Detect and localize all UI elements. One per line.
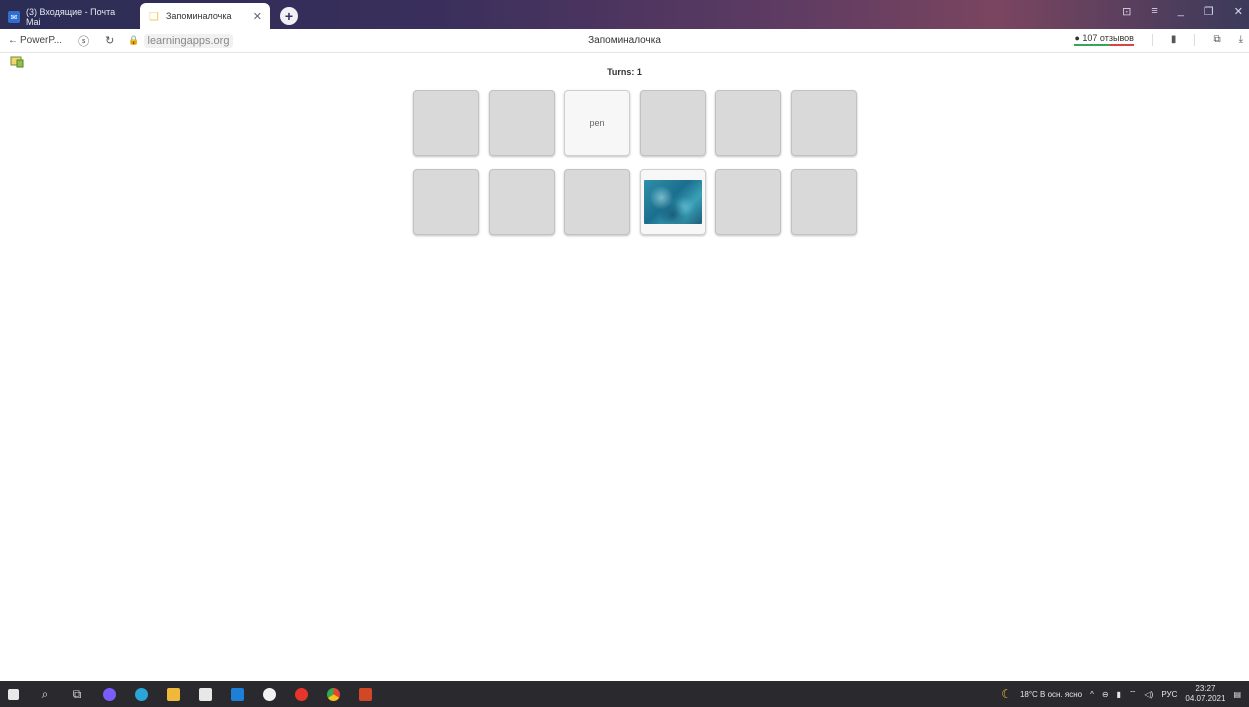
download-icon[interactable]: ⤓	[1239, 34, 1243, 45]
back-label: PowerP...	[20, 35, 63, 46]
yandex-browser-icon[interactable]	[256, 681, 282, 707]
bookmarks-icon[interactable]: ⊡	[1122, 5, 1131, 18]
learningapps-icon: ❑	[149, 10, 159, 23]
window-controls: ⊡ ≡ _ ❐ ✕	[1122, 5, 1243, 18]
task-view-icon[interactable]: ⧉	[64, 681, 90, 707]
app-content: Turns: 1 pen	[0, 54, 1249, 681]
network-icon[interactable]: ⊖	[1102, 690, 1109, 699]
back-button[interactable]: ← PowerP...	[8, 35, 62, 46]
close-window-icon[interactable]: ✕	[1234, 5, 1243, 18]
memory-grid: pen	[413, 90, 857, 235]
url-host: learningapps.org	[143, 33, 234, 48]
reviews-badge[interactable]: ● 107 отзывов	[1074, 33, 1135, 46]
protect-icon[interactable]: ⓢ	[78, 33, 89, 49]
battery-icon[interactable]: ▮	[1117, 690, 1121, 699]
restore-icon[interactable]: ❐	[1204, 5, 1214, 18]
share-icon[interactable]: ⧉	[1213, 34, 1220, 45]
divider	[1194, 33, 1196, 46]
card-2-1[interactable]	[413, 169, 479, 235]
mail-icon: ✉	[8, 11, 20, 23]
card-text: pen	[589, 118, 605, 128]
wifi-icon[interactable]: ⌔	[1129, 689, 1137, 699]
menu-icon[interactable]: ≡	[1151, 5, 1157, 18]
lock-icon: 🔒	[128, 35, 140, 45]
tab-mail[interactable]: ✉ (3) Входящие - Почта Mai	[0, 5, 140, 29]
system-tray: ☾ 18°C В осн. ясно ^ ⊖ ▮ ⌔ ◁) РУС 23:27 …	[1001, 681, 1241, 707]
chrome-icon[interactable]	[320, 681, 346, 707]
edge-icon[interactable]	[128, 681, 154, 707]
arrow-left-icon: ←	[8, 35, 18, 46]
turns-counter: Turns: 1	[607, 67, 642, 77]
card-1-1[interactable]	[413, 90, 479, 156]
card-2-6[interactable]	[790, 169, 857, 235]
browser-tab-strip: ✉ (3) Входящие - Почта Mai ❑ Запоминалоч…	[0, 0, 1249, 29]
language-indicator[interactable]: РУС	[1161, 690, 1177, 699]
tab-active-label: Запоминалочка	[166, 11, 232, 21]
card-2-2[interactable]	[488, 169, 555, 235]
card-1-6[interactable]	[790, 90, 857, 156]
reload-icon[interactable]: ↻	[105, 34, 114, 47]
chevron-up-icon[interactable]: ^	[1090, 690, 1094, 699]
divider	[1151, 33, 1153, 46]
clock-time: 23:27	[1195, 684, 1216, 693]
mail-app-icon[interactable]	[224, 681, 250, 707]
card-2-4[interactable]	[639, 169, 706, 235]
card-1-3[interactable]: pen	[564, 90, 630, 156]
card-1-4[interactable]	[639, 90, 706, 156]
card-2-5[interactable]	[715, 169, 781, 235]
address-bar: ← PowerP... ⓢ ↻ 🔒 learningapps.org Запом…	[0, 29, 1249, 53]
underwater-photo	[643, 180, 702, 224]
bookmark-icon[interactable]: ▮	[1171, 34, 1177, 45]
volume-icon[interactable]: ◁)	[1145, 690, 1154, 699]
search-icon[interactable]: ⌕	[32, 681, 58, 707]
reviews-label: 107 отзывов	[1082, 33, 1134, 43]
explorer-icon[interactable]	[160, 681, 186, 707]
browser-tools: ● 107 отзывов ▮ ⧉ ⤓	[1074, 33, 1243, 46]
close-icon[interactable]: ✕	[253, 10, 262, 23]
windows-start-icon[interactable]	[0, 681, 26, 707]
powerpoint-icon[interactable]	[352, 681, 378, 707]
url-field[interactable]: 🔒 learningapps.org	[128, 33, 234, 48]
weather-text[interactable]: 18°C В осн. ясно	[1020, 690, 1082, 699]
tab-active[interactable]: ❑ Запоминалочка ✕	[140, 3, 270, 29]
tab-mail-label: (3) Входящие - Почта Mai	[25, 7, 116, 27]
yandex-icon[interactable]	[288, 681, 314, 707]
windows-taskbar: ⌕ ⧉ ☾ 18°C В осн. ясно ^ ⊖ ▮ ⌔ ◁) РУС 23…	[0, 681, 1249, 707]
minimize-icon[interactable]: _	[1178, 5, 1184, 18]
alice-icon[interactable]	[96, 681, 122, 707]
weather-icon: ☾	[1001, 687, 1012, 701]
card-2-3[interactable]	[564, 169, 630, 235]
store-icon[interactable]	[192, 681, 218, 707]
card-1-2[interactable]	[488, 90, 555, 156]
clock-date: 04.07.2021	[1185, 694, 1226, 703]
notifications-icon[interactable]: ▤	[1233, 690, 1241, 699]
clock[interactable]: 23:27 04.07.2021	[1185, 684, 1225, 704]
card-1-5[interactable]	[715, 90, 781, 156]
new-tab-button[interactable]: +	[280, 7, 298, 25]
